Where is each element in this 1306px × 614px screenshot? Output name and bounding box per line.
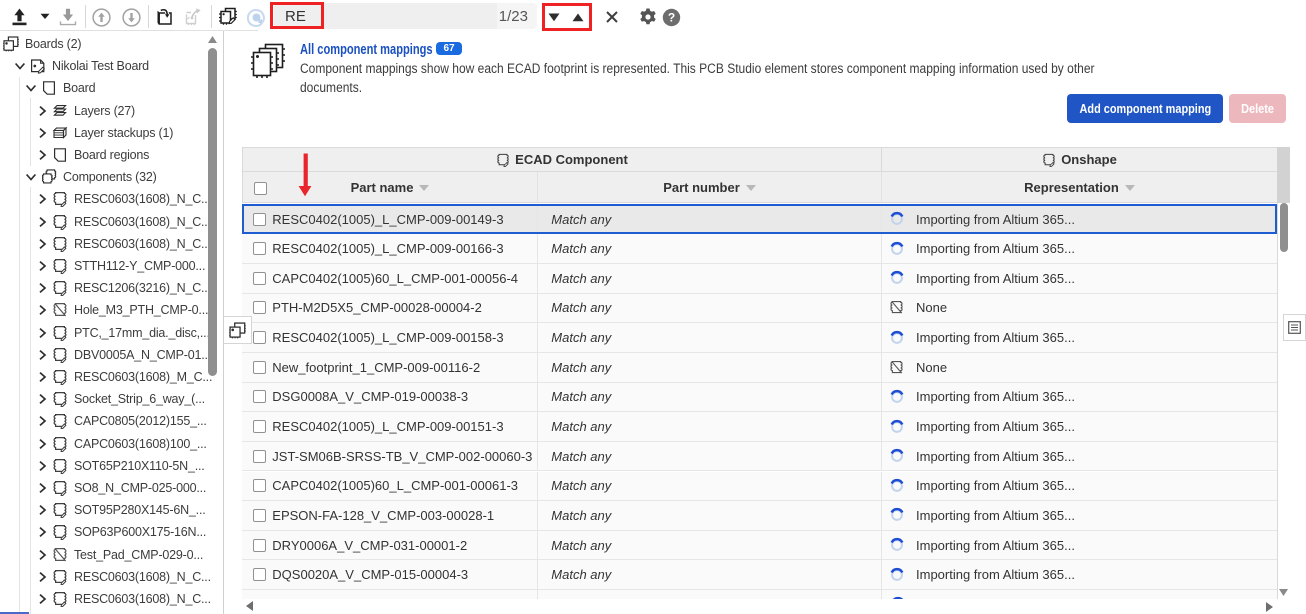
svg-text:?: ? bbox=[668, 11, 675, 25]
